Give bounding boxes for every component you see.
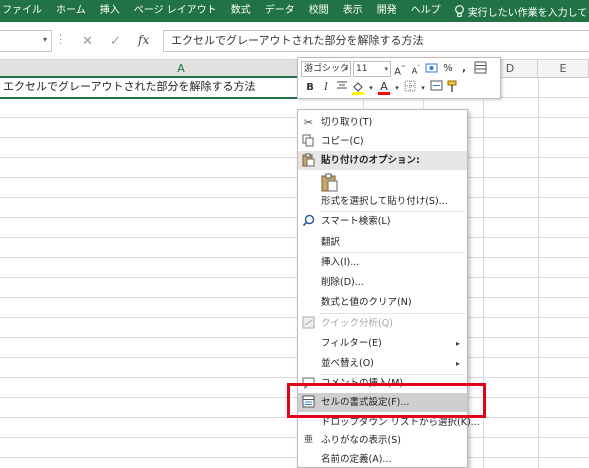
menu-item-quick-analysis: クイック分析(Q) <box>298 314 467 333</box>
menu-item-show-furigana[interactable]: 亜 ふりがなの表示(S) <box>298 431 467 450</box>
menu-item-smart-lookup[interactable]: スマート検索(L) <box>298 212 467 231</box>
name-box[interactable]: ▾ <box>0 30 52 52</box>
menu-item-copy[interactable]: コピー(C) <box>298 132 467 151</box>
menu-item-cut[interactable]: ✂ 切り取り(T) <box>298 113 467 132</box>
chevron-down-icon[interactable]: ▾ <box>367 80 375 96</box>
chevron-down-icon[interactable]: ▾ <box>43 35 47 44</box>
chevron-down-icon[interactable]: ▾ <box>393 80 401 96</box>
copy-icon <box>301 134 316 149</box>
font-color-icon[interactable]: A <box>377 80 391 96</box>
formula-input[interactable]: エクセルでグレーアウトされた部分を解除する方法 <box>163 30 589 52</box>
tab-data[interactable]: データ <box>258 0 302 22</box>
submenu-arrow-icon: ▸ <box>455 359 460 368</box>
tab-file[interactable]: ファイル <box>0 0 49 22</box>
italic-button[interactable]: I <box>319 80 333 96</box>
tab-developer[interactable]: 開発 <box>370 0 404 22</box>
menu-item-delete[interactable]: 削除(D)... <box>298 273 467 292</box>
menu-item-define-name[interactable]: 名前の定義(A)... <box>298 450 467 468</box>
tab-formulas[interactable]: 数式 <box>224 0 258 22</box>
column-divider <box>538 78 539 468</box>
tell-me-text: 実行したい作業を入力してください <box>467 7 589 19</box>
highlight-box <box>287 383 486 418</box>
menu-item-paste-special[interactable]: 形式を選択して貼り付け(S)... <box>298 192 467 211</box>
font-name-value: 游ゴシック <box>304 64 350 74</box>
tab-insert[interactable]: 挿入 <box>93 0 127 22</box>
number-format-icon[interactable] <box>425 61 439 77</box>
tab-home[interactable]: ホーム <box>49 0 93 22</box>
grow-font-button[interactable]: A^ <box>393 61 407 77</box>
tell-me-box[interactable]: 実行したい作業を入力してください <box>448 0 589 22</box>
insert-function-icon[interactable]: fx <box>138 33 149 47</box>
scissors-icon: ✂ <box>303 116 314 129</box>
quick-analysis-icon <box>301 316 316 331</box>
cancel-icon[interactable]: ✕ <box>82 34 93 49</box>
menu-item-clear-contents[interactable]: 数式と値のクリア(N) <box>298 293 467 312</box>
merge-cells-icon[interactable] <box>429 80 443 96</box>
lightbulb-icon <box>454 4 464 17</box>
drag-handle-icon[interactable]: · · · <box>59 32 63 50</box>
menu-item-filter[interactable]: フィルター(E) ▸ <box>298 334 467 353</box>
tab-review[interactable]: 校閲 <box>302 0 336 22</box>
comma-style-button[interactable]: , <box>457 61 471 77</box>
furigana-icon: 亜 <box>303 435 313 445</box>
paste-option-icon[interactable] <box>321 173 339 193</box>
chevron-down-icon[interactable]: ▾ <box>419 80 427 96</box>
fill-color-icon[interactable] <box>351 80 365 96</box>
search-icon <box>301 214 316 229</box>
enter-icon[interactable]: ✓ <box>110 34 121 49</box>
font-size-select[interactable]: 11 ▾ <box>353 61 391 77</box>
formula-bar: ▾ · · · ✕ ✓ fx エクセルでグレーアウトされた部分を解除する方法 <box>0 22 589 60</box>
menu-item-translate[interactable]: 翻訳 <box>298 233 467 252</box>
submenu-arrow-icon: ▸ <box>455 339 460 348</box>
tab-page-layout[interactable]: ページ レイアウト <box>127 0 224 22</box>
menu-item-insert[interactable]: 挿入(I)... <box>298 253 467 272</box>
chevron-down-icon: ▾ <box>344 65 348 73</box>
borders-icon[interactable] <box>403 80 417 96</box>
align-center-icon[interactable] <box>335 80 349 96</box>
tab-help[interactable]: ヘルプ <box>404 0 448 22</box>
tab-view[interactable]: 表示 <box>336 0 370 22</box>
column-header-e[interactable]: E <box>538 60 589 78</box>
format-table-icon[interactable] <box>473 61 487 77</box>
font-size-value: 11 <box>356 64 368 74</box>
shrink-font-button[interactable]: Aˇ <box>409 61 423 77</box>
menu-header-paste-options: 貼り付けのオプション: <box>298 151 467 170</box>
menu-item-sort[interactable]: 並べ替え(O) ▸ <box>298 354 467 373</box>
bold-button[interactable]: B <box>303 80 317 96</box>
paste-icon <box>301 153 316 168</box>
percent-style-button[interactable]: % <box>441 61 455 77</box>
ribbon-tab-bar: ファイル ホーム 挿入 ページ レイアウト 数式 データ 校閲 表示 開発 ヘル… <box>0 0 589 22</box>
mini-toolbar: 游ゴシック ▾ 11 ▾ A^ Aˇ % , B I ▾ A ▾ ▾ <box>297 57 501 99</box>
format-painter-icon[interactable] <box>445 80 459 96</box>
chevron-down-icon: ▾ <box>384 65 388 73</box>
font-name-select[interactable]: 游ゴシック ▾ <box>301 61 351 77</box>
